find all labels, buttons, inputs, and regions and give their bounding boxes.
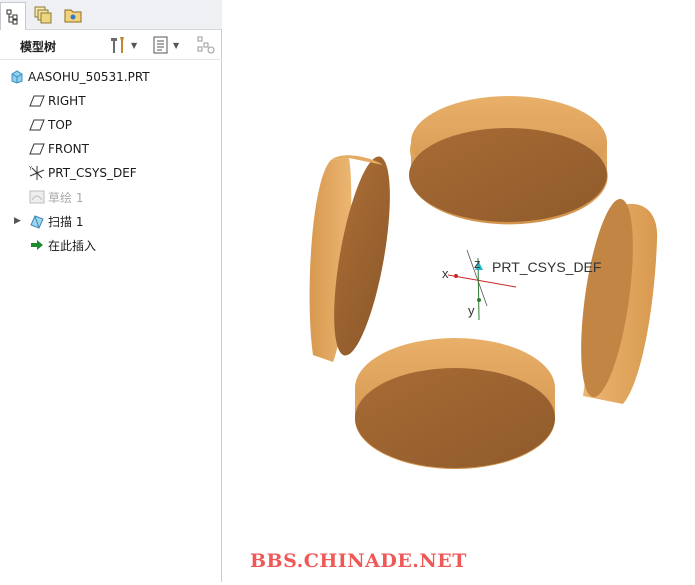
tree-item-csys[interactable]: Y PRT_CSYS_DEF bbox=[28, 162, 248, 184]
datum-plane-icon bbox=[28, 93, 46, 109]
graphics-viewport[interactable]: PRT_CSYS_DEF x y z bbox=[223, 0, 695, 582]
tree-item-sketch[interactable]: 草绘 1 bbox=[28, 186, 248, 208]
expand-arrow-icon[interactable]: ▶ bbox=[14, 216, 21, 226]
tab-model-tree[interactable] bbox=[0, 2, 26, 30]
axis-z-label: z bbox=[474, 256, 481, 271]
datum-plane-icon bbox=[28, 141, 46, 157]
csys-label: PRT_CSYS_DEF bbox=[492, 259, 602, 275]
disc-right[interactable] bbox=[571, 196, 658, 404]
panel-title: 模型树 bbox=[20, 40, 57, 54]
tree-item-top[interactable]: TOP bbox=[28, 114, 248, 136]
datum-plane-icon bbox=[28, 117, 46, 133]
axis-x-label: x bbox=[442, 266, 449, 281]
tab-folder-browser[interactable] bbox=[60, 2, 86, 28]
axis-y-label: y bbox=[468, 303, 475, 318]
tree-filter-icon bbox=[197, 36, 215, 54]
tree-item-label: TOP bbox=[48, 118, 73, 132]
insert-here-arrow-icon bbox=[28, 237, 46, 253]
tree-item-front[interactable]: FRONT bbox=[28, 138, 248, 160]
coordinate-system-icon: Y bbox=[28, 165, 46, 181]
model-graphics bbox=[309, 96, 658, 470]
tree-item-label: PRT_CSYS_DEF bbox=[48, 166, 137, 180]
tree-item-label: 扫描 1 bbox=[48, 214, 84, 229]
disc-bottom[interactable] bbox=[354, 338, 556, 470]
tools-icon bbox=[111, 37, 124, 53]
layers-icon bbox=[34, 6, 52, 24]
disc-left[interactable] bbox=[309, 153, 402, 362]
sketch-icon bbox=[28, 189, 46, 205]
tree-item-right[interactable]: RIGHT bbox=[28, 90, 248, 112]
tab-layers[interactable] bbox=[30, 2, 56, 28]
svg-text:Y: Y bbox=[28, 166, 33, 172]
chevron-down-icon: ▼ bbox=[173, 40, 180, 50]
tree-item-label: 在此插入 bbox=[48, 238, 97, 253]
model-tree-toolbar: 模型树 ▼ ▼ bbox=[0, 30, 222, 60]
chevron-down-icon: ▼ bbox=[131, 40, 138, 50]
tree-item-sweep[interactable]: ▶ 扫描 1 bbox=[14, 210, 248, 232]
tree-item-insert-here[interactable]: 在此插入 bbox=[28, 234, 248, 256]
part-icon bbox=[8, 69, 26, 85]
list-icon bbox=[153, 36, 168, 54]
tree-filter-button[interactable] bbox=[196, 35, 216, 55]
model-tree-panel: 模型树 ▼ ▼ AASOHU_50531.PRT RIGHT TOP FRONT… bbox=[0, 0, 222, 582]
tree-item-label: RIGHT bbox=[48, 94, 86, 108]
tree-item-part[interactable]: AASOHU_50531.PRT bbox=[8, 66, 228, 88]
disc-top[interactable] bbox=[409, 96, 608, 225]
model-tree-icon bbox=[6, 9, 18, 24]
show-button[interactable]: ▼ bbox=[152, 35, 179, 55]
tree-item-label: 草绘 1 bbox=[48, 190, 84, 205]
navigator-tabstrip bbox=[0, 0, 222, 30]
tree-item-label: FRONT bbox=[48, 142, 89, 156]
tree-item-label: AASOHU_50531.PRT bbox=[28, 70, 150, 84]
settings-button[interactable]: ▼ bbox=[108, 35, 137, 55]
sweep-icon bbox=[28, 213, 46, 229]
folder-browser-icon bbox=[64, 9, 82, 23]
watermark: BBS.CHINADE.NET bbox=[250, 550, 467, 572]
